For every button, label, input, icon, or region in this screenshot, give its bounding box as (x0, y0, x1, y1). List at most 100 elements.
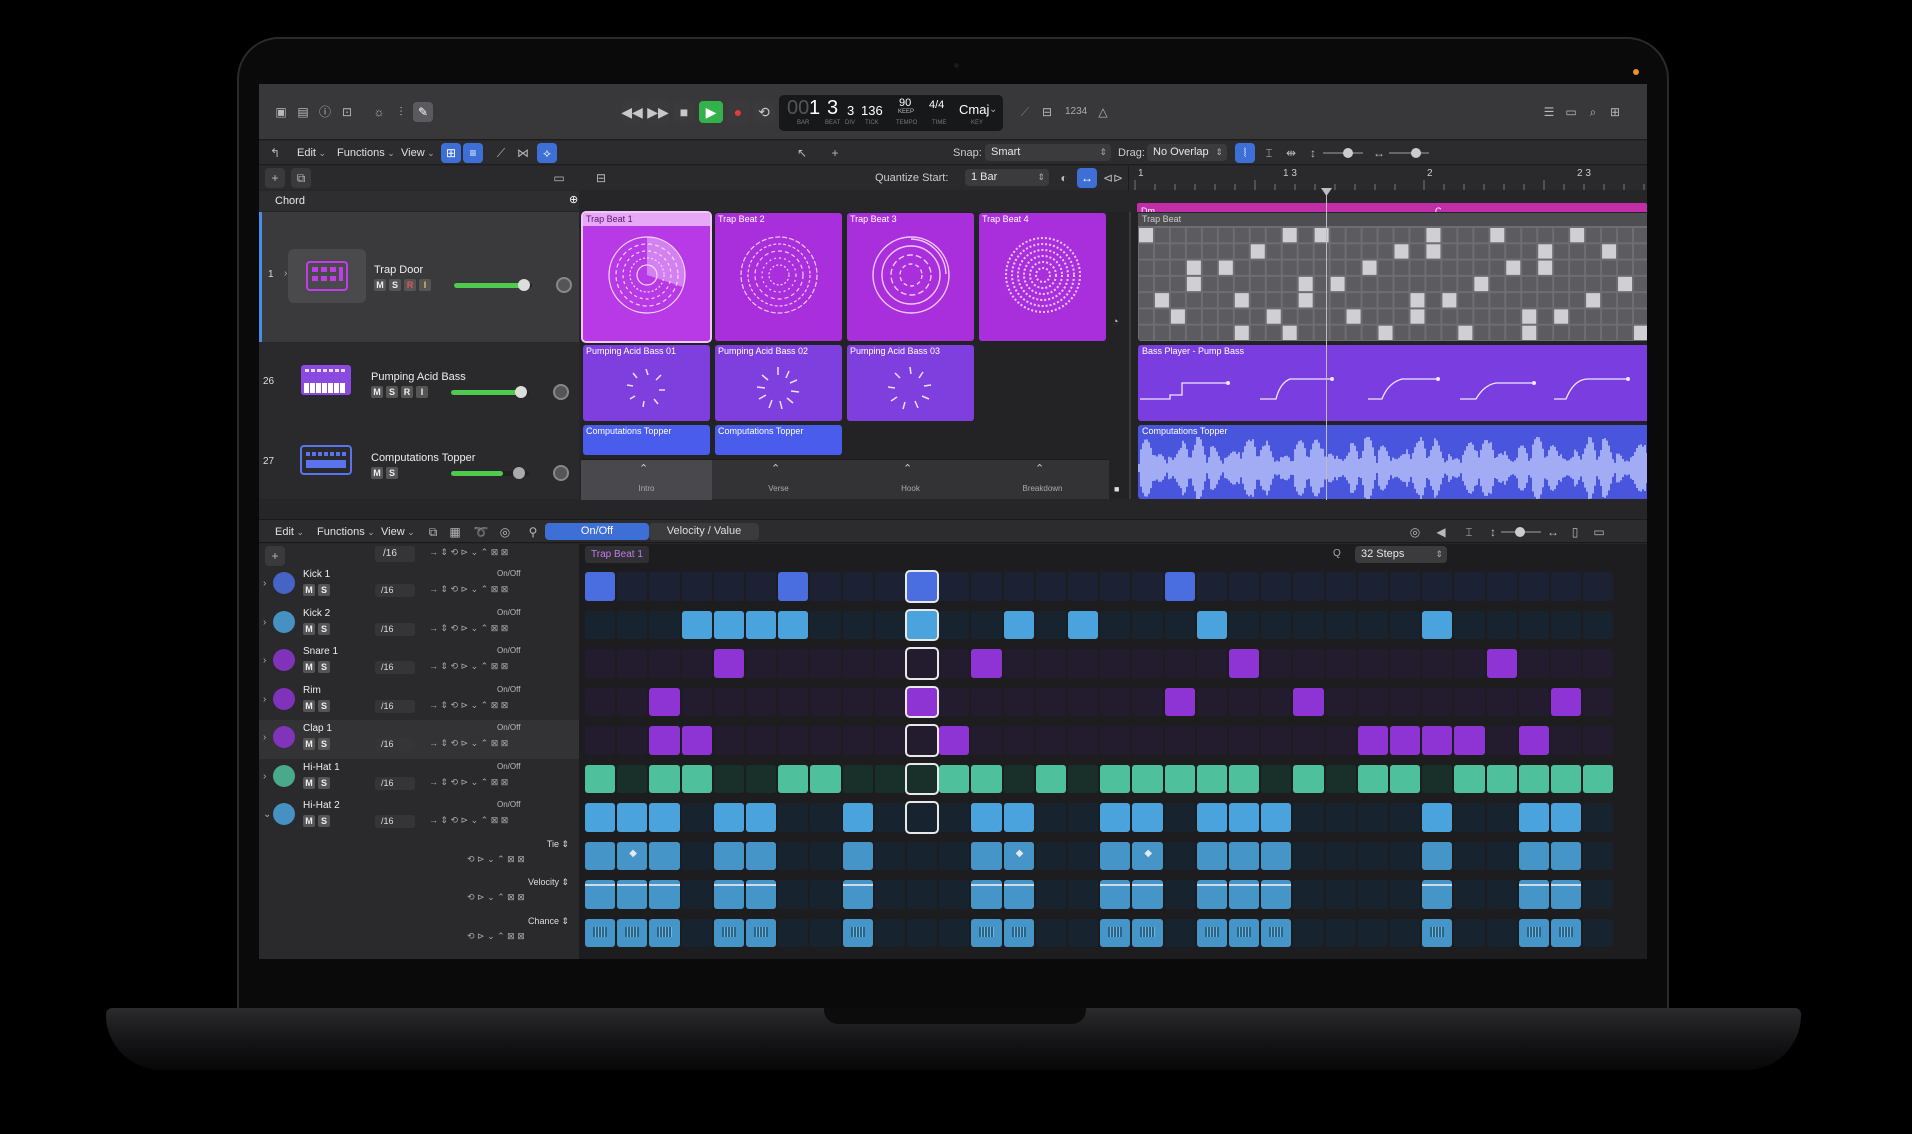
step-cell[interactable] (713, 803, 744, 832)
notepad-icon[interactable]: ▭ (1561, 102, 1581, 122)
forward-button[interactable]: ▶▶ (647, 101, 669, 123)
stop-button[interactable]: ■ (673, 101, 695, 123)
step-cell[interactable] (1261, 610, 1292, 639)
step-cell[interactable] (1390, 572, 1421, 601)
step-cell[interactable] (939, 572, 970, 601)
volume-slider[interactable] (454, 279, 532, 291)
step-cell[interactable] (810, 726, 841, 755)
step-cell[interactable] (1390, 726, 1421, 755)
step-cell[interactable] (585, 572, 616, 601)
disclosure-icon[interactable]: › (263, 694, 266, 705)
sub-lane-cell[interactable] (1390, 841, 1421, 870)
step-cell[interactable] (585, 803, 616, 832)
row-controls[interactable]: → ⇕ ⟲ ⊳ ⌄ ⌃ ⊠ ⊠ (429, 738, 508, 749)
step-cell[interactable] (1164, 572, 1195, 601)
playhead-handle[interactable] (1321, 188, 1332, 196)
step-cell[interactable] (1100, 687, 1131, 716)
sub-lane-cell[interactable] (874, 841, 905, 870)
sub-lane-cell[interactable] (939, 918, 970, 947)
step-cell[interactable] (1196, 803, 1227, 832)
step-cell[interactable] (1518, 726, 1549, 755)
step-cell[interactable] (681, 687, 712, 716)
step-cell[interactable] (1068, 803, 1099, 832)
lcd-tempo[interactable]: 90 (899, 97, 911, 109)
row-mode[interactable]: On/Off (497, 723, 520, 732)
row-controls[interactable]: → ⇕ ⟲ ⊳ ⌄ ⌃ ⊠ ⊠ (429, 584, 508, 595)
step-cell[interactable] (904, 762, 940, 795)
step-cell[interactable] (1390, 649, 1421, 678)
step-rate-icon[interactable]: ◎ (1405, 522, 1425, 542)
sub-lane-cell[interactable] (939, 880, 970, 909)
step-cell[interactable] (585, 726, 616, 755)
disclosure-icon[interactable]: ⌄ (263, 809, 271, 820)
step-cell[interactable] (1003, 764, 1034, 793)
pattern-icon[interactable]: ▦ (445, 522, 465, 542)
step-cell[interactable] (713, 649, 744, 678)
sub-lane-cell[interactable] (1132, 880, 1163, 909)
step-cell[interactable] (1325, 649, 1356, 678)
step-cell[interactable] (904, 608, 940, 641)
row-mode[interactable]: On/Off (497, 646, 520, 655)
step-cell[interactable] (1454, 610, 1485, 639)
step-cell[interactable] (1518, 803, 1549, 832)
mute-button[interactable]: M (303, 738, 315, 750)
step-cell[interactable] (1293, 572, 1324, 601)
step-cell[interactable] (1422, 764, 1453, 793)
pan-knob[interactable] (553, 465, 569, 481)
step-cell[interactable] (617, 649, 648, 678)
step-cell[interactable] (1518, 687, 1549, 716)
step-cell[interactable] (1196, 572, 1227, 601)
row-name[interactable]: Hi-Hat 2 (303, 800, 340, 811)
row-controls[interactable]: → ⇕ ⟲ ⊳ ⌄ ⌃ ⊠ ⊠ (429, 777, 508, 788)
play-button[interactable]: ▶ (699, 101, 723, 123)
step-cell[interactable] (1100, 649, 1131, 678)
row-name[interactable]: Clap 1 (303, 723, 332, 734)
step-cell[interactable] (1003, 687, 1034, 716)
step-cell[interactable] (810, 649, 841, 678)
step-cell[interactable] (1390, 803, 1421, 832)
step-cell[interactable] (1454, 649, 1485, 678)
sub-lane-cell[interactable] (971, 918, 1002, 947)
step-cell[interactable] (1068, 649, 1099, 678)
record-pattern-icon[interactable]: ◎ (495, 522, 515, 542)
step-cell[interactable] (681, 649, 712, 678)
step-row-header[interactable]: ⌄ Hi-Hat 2 On/Off M S/16 → ⇕ ⟲ ⊳ ⌄ ⌃ ⊠ ⊠ (259, 797, 579, 836)
step-cell[interactable] (713, 687, 744, 716)
step-cell[interactable] (617, 687, 648, 716)
sub-lane-cell[interactable] (1196, 841, 1227, 870)
step-cell[interactable] (778, 572, 809, 601)
step-cell[interactable] (649, 687, 680, 716)
step-cell[interactable] (746, 649, 777, 678)
mute-button[interactable]: M (303, 776, 315, 789)
step-cell[interactable] (649, 726, 680, 755)
scene-cell[interactable]: ⌃ Intro (581, 460, 712, 500)
list-editors-icon[interactable]: ☰ (1539, 102, 1559, 122)
sub-lane-cell[interactable] (1551, 880, 1582, 909)
step-cell[interactable] (1357, 803, 1388, 832)
step-cell[interactable] (904, 647, 940, 680)
sub-lane-cell[interactable] (1454, 918, 1485, 947)
metronome-icon[interactable]: △ (1093, 102, 1113, 122)
sub-lane-cell[interactable] (585, 880, 616, 909)
sub-lane-cell[interactable] (1422, 918, 1453, 947)
row-name[interactable]: Kick 2 (303, 608, 330, 619)
sub-lane-cell[interactable] (1583, 918, 1614, 947)
snap-select[interactable]: Smart (985, 144, 1111, 161)
automation-icon[interactable]: ⟋ (491, 143, 511, 163)
horizontal-zoom-slider[interactable] (1389, 148, 1429, 158)
scene-cell[interactable]: ⌃ Breakdown (977, 460, 1108, 500)
step-cell[interactable] (617, 726, 648, 755)
step-cell[interactable] (1229, 726, 1260, 755)
solo-button[interactable]: S (386, 467, 398, 479)
step-cell[interactable] (939, 649, 970, 678)
sub-lane-cell[interactable] (842, 841, 873, 870)
step-cell[interactable] (778, 726, 809, 755)
horizontal-zoom-icon[interactable]: ↔ (1369, 143, 1389, 163)
horizontal-fit-icon[interactable]: ⇹ (1281, 143, 1301, 163)
disclosure-icon[interactable]: › (284, 268, 287, 279)
solo-button[interactable]: S (318, 738, 330, 750)
step-cell[interactable] (971, 764, 1002, 793)
count-in-display[interactable]: 1234 (1065, 106, 1087, 117)
step-cell[interactable] (1035, 726, 1066, 755)
step-cell[interactable] (1551, 687, 1582, 716)
